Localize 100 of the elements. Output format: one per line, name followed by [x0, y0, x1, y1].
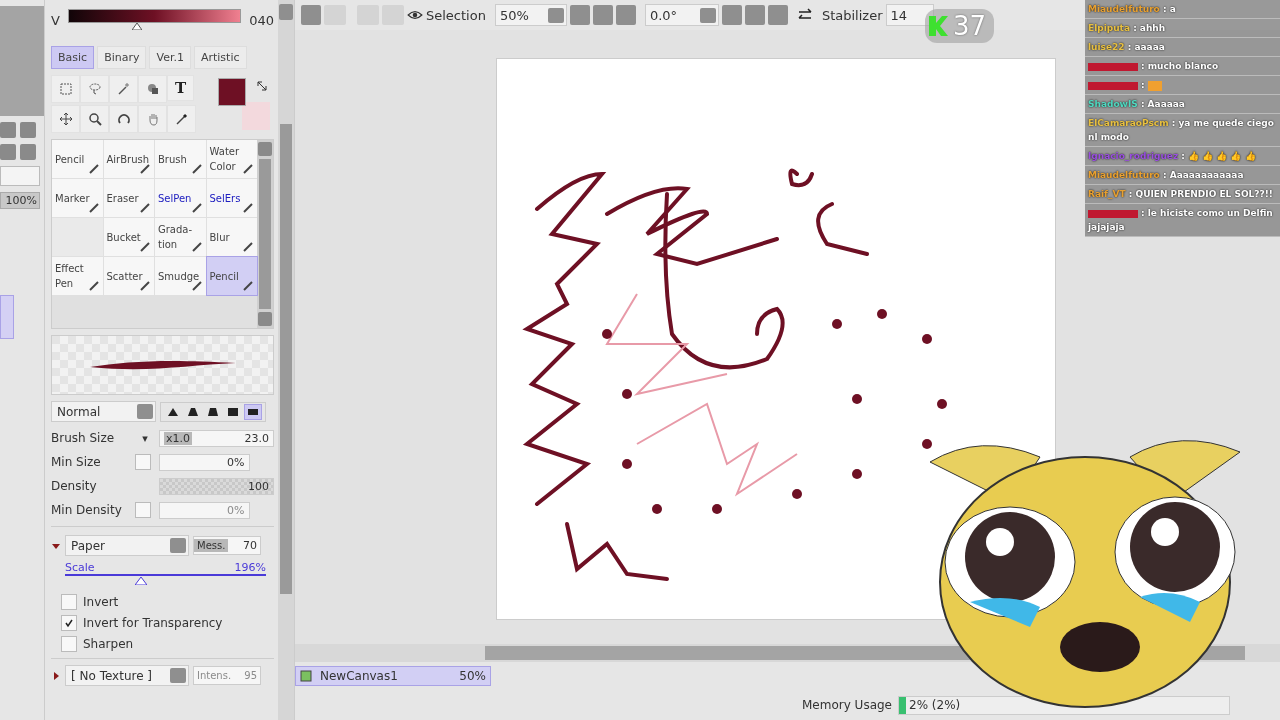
dropdown-arrow-button[interactable]: [699, 7, 716, 23]
check-mark-icon: [64, 618, 74, 628]
reset-rotation-button[interactable]: [767, 5, 788, 25]
secondary-color-swatch[interactable]: [242, 102, 270, 130]
chat-message: ElCamaraoPscm : ya me quede ciego nl modo: [1085, 114, 1280, 147]
rotation-dropdown[interactable]: 0.0°: [644, 4, 719, 26]
search-icon: [87, 112, 102, 126]
brush-set-tab[interactable]: Basic: [51, 46, 95, 69]
brush-tool[interactable]: Effect Pen: [52, 257, 103, 295]
pen-icon: [139, 163, 151, 175]
density-field[interactable]: 100: [159, 477, 274, 495]
flip-arrows-icon[interactable]: [796, 8, 813, 22]
stabilizer-label: Stabilizer: [821, 7, 883, 23]
scale-slider[interactable]: Scale 196%: [65, 561, 266, 585]
zoom-out-button[interactable]: [569, 5, 590, 25]
pen-icon: [190, 280, 203, 292]
channel-label: V: [51, 12, 60, 28]
pen-icon: [190, 241, 203, 253]
brush-tool[interactable]: Scatter: [103, 257, 154, 295]
brush-tool[interactable]: Water Color: [206, 140, 257, 178]
swap-arrow-icon[interactable]: [256, 80, 268, 92]
pen-icon: [139, 280, 151, 292]
min-size-field[interactable]: 0%: [159, 453, 250, 471]
eyedropper-button[interactable]: [167, 105, 196, 133]
brush-tool[interactable]: SelPen: [155, 179, 206, 217]
move-button[interactable]: [51, 105, 80, 133]
chat-message: Miaudelfuturo : Aaaaaaaaaaaa: [1085, 166, 1280, 185]
pen-icon: [139, 241, 151, 253]
zoom-in-button[interactable]: [592, 5, 613, 25]
brush-tool[interactable]: Grada-tion: [155, 218, 206, 256]
checkbox-option[interactable]: Invert: [61, 594, 274, 610]
scrollbar-thumb[interactable]: [259, 159, 271, 309]
brush-tool[interactable]: Eraser: [103, 179, 154, 217]
slider-thumb[interactable]: [135, 577, 148, 585]
brush-size-label: Brush Size: [51, 431, 116, 445]
brush-tool[interactable]: SelErs: [206, 179, 257, 217]
pen-icon: [190, 202, 203, 214]
pen-icon: [242, 163, 254, 175]
move-arrows-icon: [58, 112, 73, 126]
brush-tool[interactable]: Smudge: [155, 257, 206, 295]
layer-item[interactable]: [0, 295, 14, 339]
chat-message: :: [1085, 76, 1280, 95]
blend-dropdown[interactable]: [0, 166, 40, 186]
texture-dropdown[interactable]: [ No Texture ]: [65, 665, 189, 686]
k-logo-icon: [927, 14, 949, 38]
brush-tool[interactable]: Pencil: [206, 257, 257, 295]
brush-set-tab[interactable]: Binary: [97, 46, 147, 69]
text-tool-button[interactable]: T: [167, 75, 194, 101]
brush-tool[interactable]: Marker: [52, 179, 103, 217]
lasso-icon: [87, 82, 102, 96]
chat-message: Miaudelfuturo : a: [1085, 0, 1280, 19]
size-menu-toggle[interactable]: ▾: [142, 431, 148, 445]
pressure-toggle[interactable]: [135, 454, 151, 470]
chat-message: : mucho blanco: [1085, 57, 1280, 76]
checkbox-option[interactable]: Invert for Transparency: [61, 615, 274, 631]
brush-tool[interactable]: Brush: [155, 140, 206, 178]
brush-size-field[interactable]: x1.0 23.0: [159, 429, 274, 447]
rotate-left-button[interactable]: [721, 5, 742, 25]
checkbox[interactable]: [135, 502, 151, 518]
selection-label: Selection: [426, 7, 486, 23]
zoom-button[interactable]: [80, 105, 109, 133]
expand-arrow-icon[interactable]: [51, 671, 61, 680]
dropdown-arrow-button[interactable]: [547, 7, 564, 23]
chat-message: Elpiputa : ahhh: [1085, 19, 1280, 38]
chat-message: luise22 : aaaaa: [1085, 38, 1280, 57]
shapes-icon: [145, 82, 160, 96]
opacity-field[interactable]: 100%: [0, 192, 40, 209]
drawing-canvas[interactable]: [496, 58, 1056, 620]
eyedropper-icon: [174, 112, 189, 126]
mess-field[interactable]: Mess. 70: [193, 536, 261, 555]
brush-tool[interactable]: AirBrush: [103, 140, 154, 178]
pen-icon: [242, 202, 254, 214]
primary-color-swatch[interactable]: [218, 78, 246, 106]
brush-shape-button[interactable]: [244, 403, 262, 420]
density-label: Density: [51, 479, 98, 493]
min-density-label: Min Density: [51, 503, 123, 517]
brush-set-tab[interactable]: Ver.1: [149, 46, 191, 69]
collapse-arrow-icon[interactable]: [51, 541, 61, 550]
brush-tool[interactable]: Blur: [206, 218, 257, 256]
checkbox-option[interactable]: Sharpen: [61, 636, 274, 652]
shape-fill-button[interactable]: [138, 75, 167, 103]
brush-set-tab[interactable]: Artistic: [193, 46, 247, 69]
value-slider[interactable]: [67, 9, 242, 31]
chat-message: : le hiciste como un Delfin jajajaja: [1085, 204, 1280, 237]
rotate-icon: [116, 112, 131, 126]
rotate-right-button[interactable]: [744, 5, 765, 25]
magic-wand-icon: [116, 82, 131, 96]
paper-texture-dropdown[interactable]: Paper: [65, 535, 189, 556]
blend-mode-dropdown[interactable]: Normal: [51, 401, 156, 422]
stabilizer-field[interactable]: 14: [885, 4, 934, 26]
zoom-dropdown[interactable]: 50%: [494, 4, 567, 26]
brush-tool[interactable]: Bucket: [103, 218, 154, 256]
canvas-tab[interactable]: NewCanvas1 50%: [295, 666, 491, 686]
rotate-button[interactable]: [109, 105, 138, 133]
scrollbar-thumb[interactable]: [280, 124, 292, 594]
reset-zoom-button[interactable]: [615, 5, 636, 25]
brush-tool[interactable]: Pencil: [52, 140, 103, 178]
pen-icon: [87, 202, 100, 214]
pen-icon: [87, 280, 100, 292]
viewer-counter: 37: [925, 9, 995, 43]
